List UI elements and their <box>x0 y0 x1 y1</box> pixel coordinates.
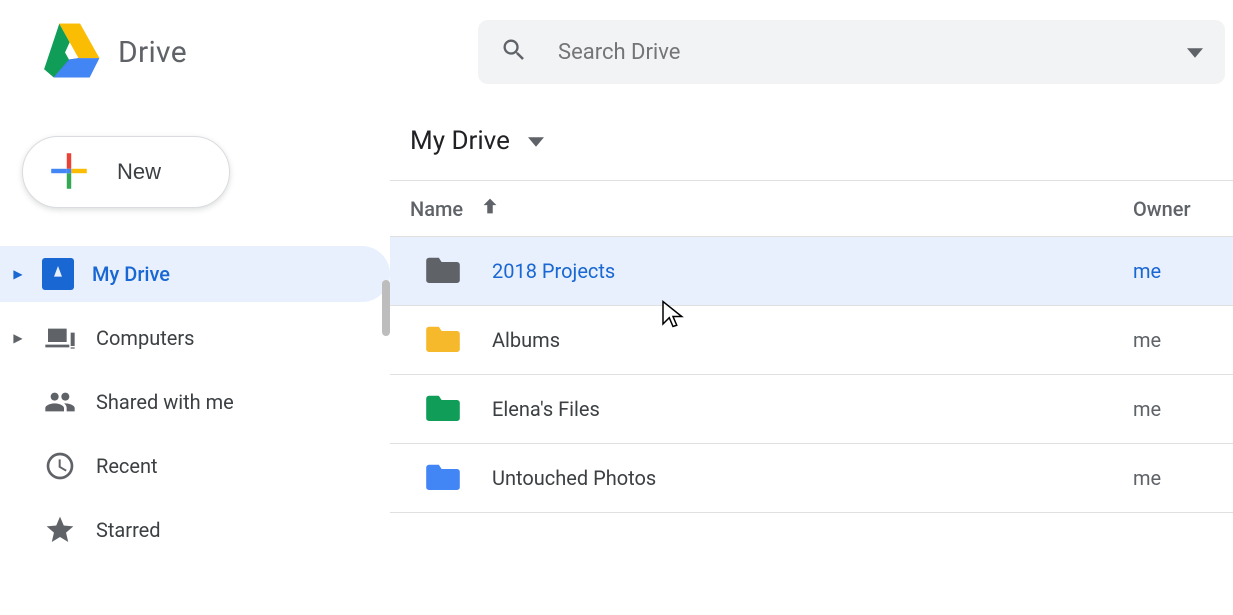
sidebar-item-shared[interactable]: Shared with me <box>0 374 390 430</box>
expand-triangle-icon[interactable]: ▶ <box>12 331 24 345</box>
file-owner: me <box>1133 466 1233 490</box>
new-button-label: New <box>117 159 161 185</box>
file-owner: me <box>1133 397 1233 421</box>
search-icon <box>500 36 528 68</box>
file-name: Elena's Files <box>492 397 1133 421</box>
new-button[interactable]: New <box>22 136 230 208</box>
shared-icon <box>42 384 78 420</box>
computers-icon <box>42 320 78 356</box>
sidebar-item-label: My Drive <box>92 262 170 286</box>
breadcrumb-label: My Drive <box>410 126 510 156</box>
drive-icon <box>42 258 74 290</box>
file-name: 2018 Projects <box>492 259 1133 283</box>
sidebar-item-label: Shared with me <box>96 390 234 414</box>
file-list: 2018 ProjectsmeAlbumsmeElena's FilesmeUn… <box>390 237 1233 513</box>
app-name: Drive <box>118 35 187 70</box>
sidebar-item-label: Computers <box>96 326 194 350</box>
breadcrumb-caret-icon[interactable] <box>528 132 544 151</box>
folder-icon <box>426 324 492 356</box>
sort-ascending-icon[interactable] <box>479 195 501 222</box>
search-placeholder: Search Drive <box>558 40 1157 65</box>
sidebar-item-starred[interactable]: Starred <box>0 502 390 558</box>
sidebar: New ▶ My Drive ▶ Computers <box>0 104 390 566</box>
sidebar-item-computers[interactable]: ▶ Computers <box>0 310 390 366</box>
folder-icon <box>426 393 492 425</box>
scrollbar-thumb[interactable] <box>382 280 390 336</box>
sidebar-item-my-drive[interactable]: ▶ My Drive <box>0 246 390 302</box>
drive-logo-icon <box>40 23 100 82</box>
file-row[interactable]: Elena's Filesme <box>390 375 1233 444</box>
recent-icon <box>42 448 78 484</box>
file-name: Untouched Photos <box>492 466 1133 490</box>
sidebar-item-label: Starred <box>96 518 161 542</box>
sidebar-item-recent[interactable]: Recent <box>0 438 390 494</box>
file-row[interactable]: Untouched Photosme <box>390 444 1233 513</box>
folder-icon <box>426 462 492 494</box>
main-pane: My Drive Name Owner 2018 ProjectsmeAlbum… <box>390 104 1233 566</box>
starred-icon <box>42 512 78 548</box>
expand-triangle-icon[interactable]: ▶ <box>12 267 24 281</box>
column-header-name[interactable]: Name <box>410 195 1133 222</box>
folder-icon <box>426 255 492 287</box>
plus-icon <box>49 151 89 194</box>
file-row[interactable]: 2018 Projectsme <box>390 237 1233 306</box>
sidebar-item-label: Recent <box>96 454 158 478</box>
search-options-caret-icon[interactable] <box>1187 43 1203 62</box>
file-name: Albums <box>492 328 1133 352</box>
file-owner: me <box>1133 328 1233 352</box>
column-header-owner[interactable]: Owner <box>1133 197 1233 221</box>
search-box[interactable]: Search Drive <box>478 20 1225 84</box>
file-owner: me <box>1133 259 1233 283</box>
file-row[interactable]: Albumsme <box>390 306 1233 375</box>
breadcrumb[interactable]: My Drive <box>390 126 1233 181</box>
table-header: Name Owner <box>390 181 1233 237</box>
